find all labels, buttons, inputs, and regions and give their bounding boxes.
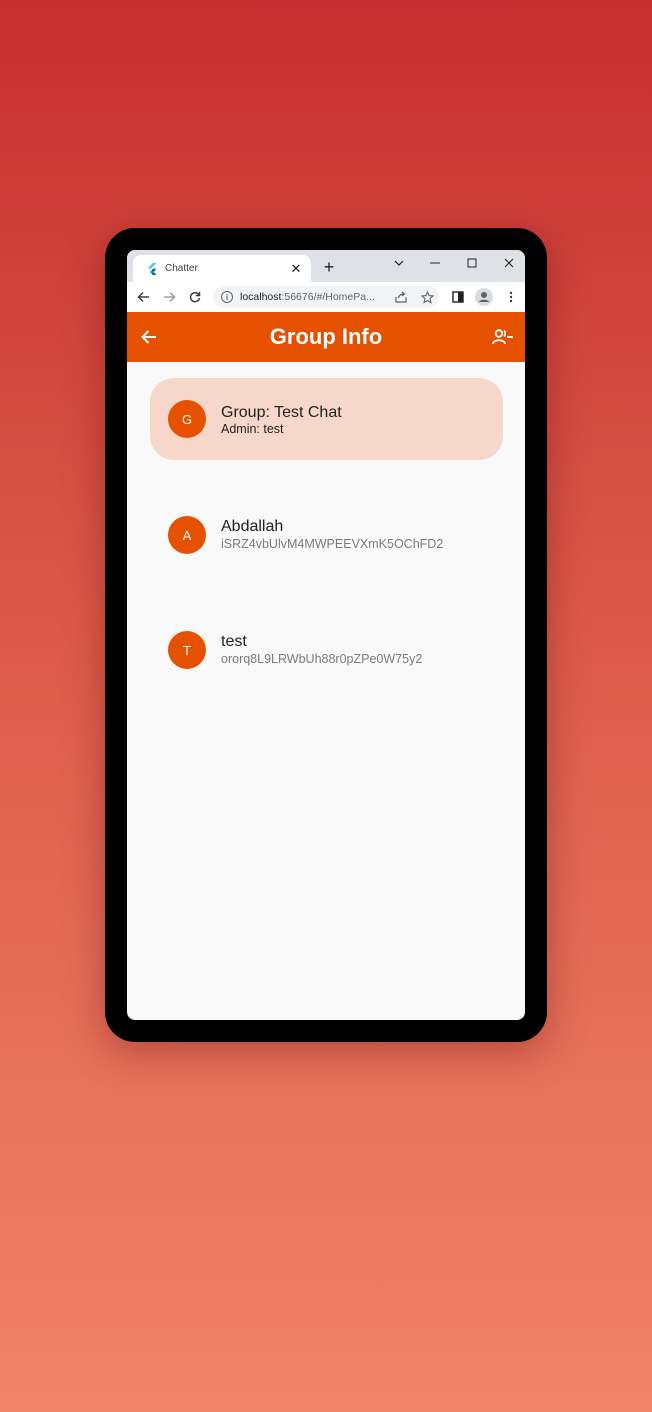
group-header-card[interactable]: G Group: Test Chat Admin: test xyxy=(150,378,503,460)
page-title: Group Info xyxy=(269,324,383,349)
back-arrow-icon[interactable] xyxy=(133,287,153,307)
url-rest: :56676/#/HomePa... xyxy=(281,291,375,303)
avatar: T xyxy=(168,631,206,669)
forward-arrow-icon[interactable] xyxy=(159,287,179,307)
maximize-icon[interactable] xyxy=(458,252,486,274)
group-title: Group: Test Chat xyxy=(221,404,342,421)
phone-screen: Chatter ✕ + i localhost:56676/#/HomePa..… xyxy=(127,250,525,1020)
phone-frame: Chatter ✕ + i localhost:56676/#/HomePa..… xyxy=(105,228,547,1042)
url-host: localhost xyxy=(240,291,282,303)
sidepanel-icon[interactable] xyxy=(448,287,468,307)
tab-title: Chatter xyxy=(165,263,198,274)
list-item[interactable]: A Abdallah iSRZ4vbUlvM4MWPEEVXmK5OChFD2 xyxy=(127,506,525,566)
more-vert-icon[interactable] xyxy=(501,287,521,307)
chevron-down-icon[interactable] xyxy=(385,252,413,274)
browser-tabbar: Chatter ✕ + xyxy=(127,250,525,282)
member-uid: iSRZ4vbUlvM4MWPEEVXmK5OChFD2 xyxy=(221,537,444,551)
avatar: G xyxy=(168,400,206,438)
reload-icon[interactable] xyxy=(185,287,205,307)
list-item[interactable]: T test ororq8L9LRWbUh88r0pZPe0W75y2 xyxy=(127,621,525,681)
minimize-icon[interactable] xyxy=(421,252,449,274)
member-name: Abdallah xyxy=(221,518,284,535)
url-text: localhost:56676/#/HomePa... xyxy=(240,291,375,303)
person-remove-icon[interactable] xyxy=(491,325,515,349)
info-icon[interactable]: i xyxy=(221,291,233,303)
flutter-icon xyxy=(145,262,159,276)
share-icon[interactable] xyxy=(391,287,411,307)
app-bar: Group Info xyxy=(127,312,525,362)
star-icon[interactable] xyxy=(417,287,437,307)
member-name: test xyxy=(221,633,247,650)
close-icon[interactable]: ✕ xyxy=(287,260,305,278)
plus-icon[interactable]: + xyxy=(319,257,339,277)
window-close-icon[interactable] xyxy=(495,252,523,274)
browser-tab[interactable]: Chatter ✕ xyxy=(133,255,311,282)
avatar: A xyxy=(168,516,206,554)
profile-icon[interactable] xyxy=(474,287,494,307)
group-admin: Admin: test xyxy=(221,422,284,436)
browser-toolbar: i localhost:56676/#/HomePa... xyxy=(127,282,525,312)
member-uid: ororq8L9LRWbUh88r0pZPe0W75y2 xyxy=(221,652,423,666)
